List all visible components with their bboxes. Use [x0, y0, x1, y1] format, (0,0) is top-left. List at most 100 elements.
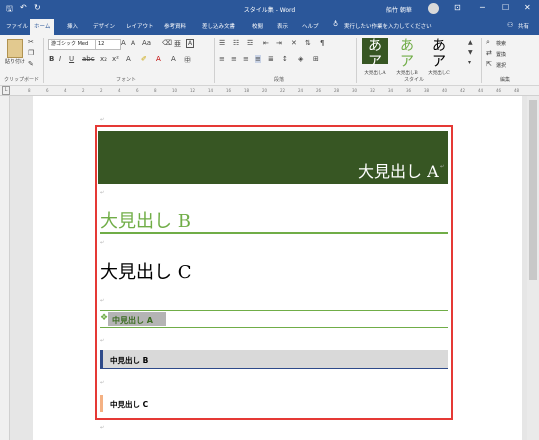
ruler-number: 40	[442, 88, 448, 93]
user-name[interactable]: 船竹 朝華	[386, 5, 412, 14]
char-shading-icon[interactable]: A	[171, 55, 176, 63]
paste-icon[interactable]	[7, 39, 23, 58]
highlight-icon[interactable]: ✐	[141, 55, 147, 63]
superscript-icon[interactable]: x²	[112, 55, 119, 63]
align-right-icon[interactable]: ≡	[243, 55, 249, 63]
line-spacing-icon[interactable]: ↕	[282, 55, 288, 63]
distributed-icon[interactable]: ≣	[268, 55, 274, 63]
style-large-heading-b[interactable]: あア 大見出しB	[394, 38, 420, 76]
font-name-select[interactable]: 游ゴシック Med	[48, 39, 96, 50]
editing-group-label: 編集	[500, 77, 511, 83]
multilevel-list-icon[interactable]: ☲	[247, 39, 253, 47]
shrink-font-icon[interactable]: A	[131, 40, 135, 47]
select-button[interactable]: 選択	[496, 62, 506, 69]
italic-icon[interactable]: I	[59, 55, 61, 63]
replace-icon[interactable]: ⇄	[486, 49, 492, 57]
replace-button[interactable]: 置換	[496, 51, 506, 58]
show-marks-icon[interactable]: ¶	[320, 39, 324, 47]
style-preview: あア	[432, 38, 446, 70]
style-preview: あア	[368, 38, 382, 70]
vertical-ruler[interactable]	[0, 96, 10, 440]
paragraph-mark: ↵	[100, 117, 105, 123]
tab-design[interactable]: デザイン	[93, 22, 115, 30]
numbering-icon[interactable]: ☷	[233, 39, 239, 47]
find-icon[interactable]: ⌕	[486, 38, 490, 47]
ruler-number: 14	[208, 88, 214, 93]
align-left-icon[interactable]: ≡	[219, 55, 225, 63]
bold-icon[interactable]: B	[49, 55, 54, 63]
copy-icon[interactable]: ❐	[28, 49, 34, 57]
ruler-number: 38	[424, 88, 430, 93]
text-effects-icon[interactable]: A	[126, 55, 131, 63]
ribbon-display-options-icon[interactable]: ⊡	[454, 3, 461, 12]
style-name: 大見出しC	[428, 71, 450, 76]
underline-icon[interactable]: U	[69, 55, 74, 63]
paste-button[interactable]: 貼り付け	[5, 58, 25, 65]
clear-format-icon[interactable]: ⌫	[162, 39, 172, 47]
ruler-number: 4	[64, 88, 67, 93]
subscript-icon[interactable]: x₂	[100, 55, 107, 63]
tab-view[interactable]: 表示	[277, 22, 288, 30]
tab-insert[interactable]: 挿入	[67, 22, 78, 30]
maximize-icon[interactable]: ☐	[502, 3, 509, 12]
tab-mailings[interactable]: 差し込み文書	[202, 22, 235, 30]
scrollbar-thumb[interactable]	[529, 100, 537, 280]
increase-indent-icon[interactable]: ⇥	[276, 39, 282, 47]
decrease-indent-icon[interactable]: ⇤	[263, 39, 269, 47]
strikethrough-icon[interactable]: abc	[82, 55, 95, 63]
justify-icon[interactable]: ≡	[255, 55, 261, 63]
borders-icon[interactable]: ⊞	[313, 55, 319, 63]
ruler-number: 42	[460, 88, 466, 93]
person-icon[interactable]: ⚇	[507, 21, 513, 29]
tab-help[interactable]: ヘルプ	[302, 22, 319, 30]
close-icon[interactable]: ✕	[524, 3, 531, 12]
char-border-icon[interactable]: A	[186, 39, 195, 48]
enclose-char-icon[interactable]: ㊥	[184, 55, 191, 65]
shading-icon[interactable]: ◈	[298, 55, 303, 63]
styles-scroll-up-icon[interactable]: ▲	[468, 39, 473, 46]
select-icon[interactable]: ⇱	[486, 60, 492, 68]
tab-references[interactable]: 参考資料	[164, 22, 186, 30]
ruler-number: 18	[244, 88, 250, 93]
ruler-number: 36	[406, 88, 412, 93]
divider	[43, 38, 44, 83]
ruler-number: 20	[262, 88, 268, 93]
format-painter-icon[interactable]: ✎	[28, 60, 34, 68]
tab-selector-icon[interactable]: L	[2, 86, 10, 95]
styles-group-label: スタイル	[404, 77, 425, 83]
find-button[interactable]: 検索	[496, 40, 506, 47]
ruler-number: 6	[136, 88, 139, 93]
tab-home[interactable]: ホーム	[30, 19, 55, 35]
ruler-number: 48	[514, 88, 520, 93]
share-button[interactable]: 共有	[518, 22, 529, 30]
tab-review[interactable]: 校閲	[252, 22, 263, 30]
minimize-icon[interactable]: ─	[480, 3, 485, 12]
sort-icon[interactable]: ⇅	[305, 39, 311, 47]
phonetic-guide-icon[interactable]: 亜	[174, 39, 181, 49]
divider	[356, 38, 357, 83]
divider	[481, 38, 482, 83]
font-color-icon[interactable]: A	[156, 55, 161, 63]
avatar[interactable]	[428, 3, 439, 14]
horizontal-ruler[interactable]: L 8 6 4 2 2 4 6 8 10 12 14 16 18 20 22 24 26 28 30 32 34 36 38…	[0, 86, 539, 96]
tab-file[interactable]: ファイル	[6, 22, 28, 30]
grow-font-icon[interactable]: A	[121, 39, 126, 47]
font-size-select[interactable]: 12	[95, 39, 121, 50]
style-large-heading-a[interactable]: あア 大見出しA	[362, 38, 388, 76]
styles-more-icon[interactable]: ▾	[468, 59, 471, 66]
ruler-number: 26	[316, 88, 322, 93]
styles-scroll-down-icon[interactable]: ▼	[468, 49, 473, 56]
style-large-heading-c[interactable]: あア 大見出しC	[426, 38, 452, 76]
tab-layout[interactable]: レイアウト	[126, 22, 154, 30]
ruler-number: 8	[154, 88, 157, 93]
tell-me-input[interactable]: 実行したい作業を入力してください	[344, 22, 432, 30]
ruler-number: 46	[496, 88, 502, 93]
ruler-number: 2	[100, 88, 103, 93]
bullets-icon[interactable]: ☰	[219, 39, 225, 47]
clipboard-group-label: クリップボード	[4, 77, 40, 83]
cut-icon[interactable]: ✂	[28, 38, 34, 46]
change-case-icon[interactable]: Aa	[142, 39, 151, 47]
align-center-icon[interactable]: ≡	[231, 55, 237, 63]
highlight-frame	[95, 125, 453, 420]
asian-layout-icon[interactable]: ✕	[291, 39, 297, 47]
